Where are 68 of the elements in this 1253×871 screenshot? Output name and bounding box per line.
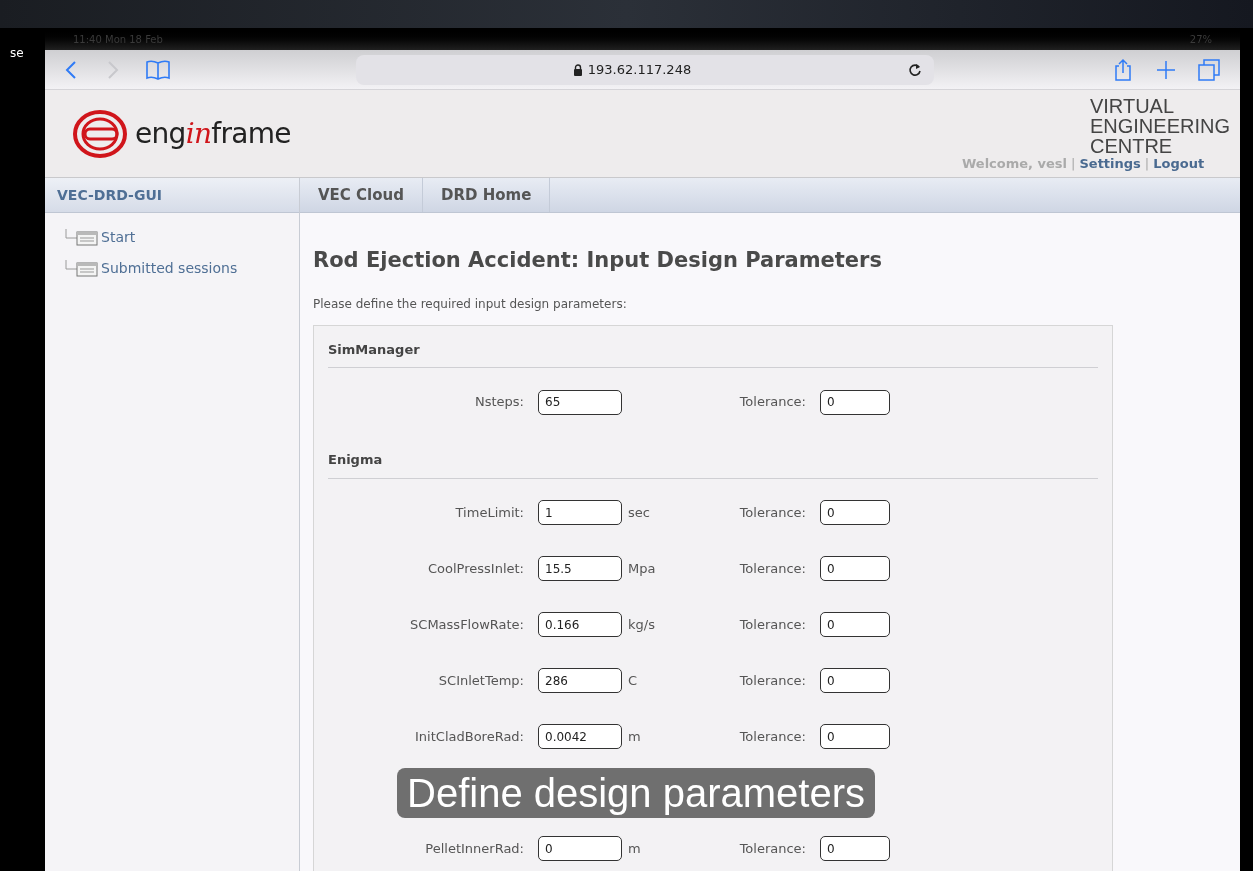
parameter-label: TimeLimit: — [454, 503, 525, 522]
tolerance-label: Tolerance: — [738, 393, 807, 412]
input-field[interactable]: 0 — [820, 500, 890, 525]
input-field[interactable]: 0.0042 — [538, 724, 622, 749]
logo-wordmark: enginframe — [135, 115, 291, 152]
tree-window-icon — [65, 259, 99, 278]
parameter-label: PelletInnerRad: — [424, 839, 525, 858]
tolerance-label: Tolerance: — [738, 559, 807, 578]
parameter-label: CoolPressInlet: — [427, 559, 525, 578]
input-field[interactable]: 0 — [820, 836, 890, 861]
sidebar-header: VEC-DRD-GUI — [45, 178, 299, 213]
section-title: Enigma — [328, 450, 1098, 479]
tolerance-label: Tolerance: — [738, 615, 807, 634]
input-field[interactable]: 286 — [538, 668, 622, 693]
header-link[interactable]: Settings — [1079, 154, 1141, 174]
input-field[interactable]: 1 — [538, 500, 622, 525]
tolerance-label: Tolerance: — [738, 503, 807, 522]
input-field[interactable]: 0 — [820, 668, 890, 693]
book-icon[interactable] — [145, 58, 171, 81]
unit-label: C — [628, 672, 638, 688]
page-title: Rod Ejection Accident: Input Design Parameters — [313, 247, 883, 274]
video-caption: Define design parameters — [397, 767, 876, 818]
edge-text: se — [10, 46, 24, 60]
parameter-label: Nsteps: — [474, 393, 525, 412]
share-icon[interactable] — [1114, 57, 1132, 82]
tree-window-icon — [65, 228, 99, 247]
logo-icon — [73, 109, 127, 158]
input-field[interactable]: 65 — [538, 389, 622, 415]
welcome-text: Welcome, vesl — [961, 155, 1068, 173]
input-field[interactable]: 0 — [820, 724, 890, 749]
unit-label: Mpa — [628, 560, 656, 576]
unit-label: kg/s — [628, 616, 655, 632]
intro-text: Please define the required input design parameters: — [313, 295, 628, 313]
parameter-label: SCMassFlowRate: — [409, 615, 525, 634]
tolerance-label: Tolerance: — [738, 839, 807, 858]
lock-icon — [572, 63, 583, 76]
organisation-name: VIRTUAL — [1089, 96, 1176, 116]
organisation-name: CENTRE — [1089, 136, 1174, 156]
tolerance-label: Tolerance: — [738, 727, 807, 746]
nav-tab[interactable]: DRD Home — [422, 178, 551, 212]
status-time: 11:40 Mon 18 Feb — [73, 32, 163, 47]
reload-icon[interactable] — [908, 62, 922, 77]
parameter-label: InitCladBoreRad: — [414, 727, 525, 746]
unit-label: m — [628, 728, 641, 744]
parameter-label: SCInletTemp: — [437, 671, 525, 690]
input-field[interactable]: 0 — [820, 556, 890, 581]
tree-item[interactable]: Start — [101, 227, 136, 248]
plus-icon[interactable] — [1156, 59, 1176, 80]
tree-item[interactable]: Submitted sessions — [101, 258, 238, 279]
input-field[interactable]: 0 — [820, 389, 890, 415]
address-bar[interactable]: 193.62.117.248 — [356, 54, 934, 85]
url-text: 193.62.117.248 — [587, 60, 692, 79]
separator: | — [1071, 155, 1076, 173]
battery-level: 27% — [1189, 32, 1212, 47]
tabs-icon[interactable] — [1198, 58, 1220, 81]
unit-label: sec — [628, 504, 650, 520]
nav-tab[interactable]: VEC Cloud — [300, 178, 423, 212]
separator: | — [1144, 155, 1150, 173]
input-field[interactable]: 0 — [820, 612, 890, 637]
tolerance-label: Tolerance: — [738, 671, 807, 690]
organisation-name: ENGINEERING — [1089, 116, 1230, 136]
input-field[interactable]: 15.5 — [538, 556, 622, 581]
section-title: SimManager — [328, 339, 1098, 368]
input-field[interactable]: 0 — [538, 836, 622, 861]
unit-label: m — [628, 840, 641, 856]
header-link[interactable]: Logout — [1153, 154, 1205, 174]
back-icon[interactable] — [65, 59, 77, 80]
input-field[interactable]: 0.166 — [538, 612, 622, 637]
